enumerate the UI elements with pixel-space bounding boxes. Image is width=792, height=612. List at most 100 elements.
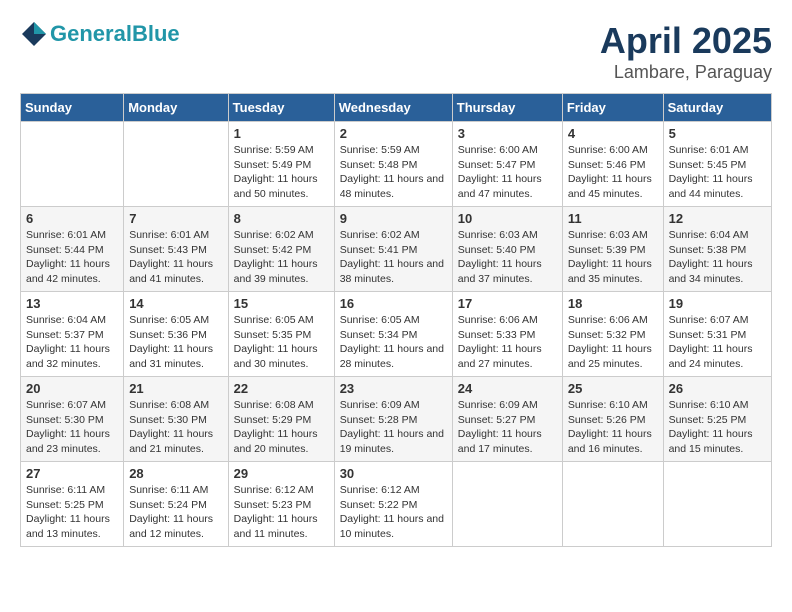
calendar-cell	[452, 462, 562, 547]
day-number: 6	[26, 211, 118, 226]
calendar-cell	[663, 462, 771, 547]
calendar-cell: 19Sunrise: 6:07 AMSunset: 5:31 PMDayligh…	[663, 292, 771, 377]
day-number: 4	[568, 126, 658, 141]
day-number: 13	[26, 296, 118, 311]
weekday-header-tuesday: Tuesday	[228, 94, 334, 122]
day-info: Sunrise: 6:08 AMSunset: 5:30 PMDaylight:…	[129, 398, 222, 457]
logo-icon	[20, 20, 48, 48]
logo-general: General	[50, 21, 132, 46]
calendar-cell: 17 Sunrise: 6:06 AMSunset: 5:33 PMDayligh…	[452, 292, 562, 377]
calendar-cell: 22Sunrise: 6:08 AMSunset: 5:29 PMDayligh…	[228, 377, 334, 462]
day-number: 27	[26, 466, 118, 481]
weekday-header-friday: Friday	[562, 94, 663, 122]
calendar-cell: 8Sunrise: 6:02 AMSunset: 5:42 PMDaylight…	[228, 207, 334, 292]
page-header: GeneralBlue April 2025 Lambare, Paraguay	[20, 20, 772, 83]
title-block: April 2025 Lambare, Paraguay	[600, 20, 772, 83]
calendar-week-2: 6 Sunrise: 6:01 AMSunset: 5:44 PMDaylight…	[21, 207, 772, 292]
calendar-cell: 20 Sunrise: 6:07 AMSunset: 5:30 PMDayligh…	[21, 377, 124, 462]
calendar-cell: 5 Sunrise: 6:01 AMSunset: 5:45 PMDaylight…	[663, 122, 771, 207]
calendar-title: April 2025	[600, 20, 772, 62]
day-number: 18	[568, 296, 658, 311]
day-number: 19	[669, 296, 766, 311]
calendar-cell: 2 Sunrise: 5:59 AMSunset: 5:48 PMDaylight…	[334, 122, 452, 207]
calendar-cell: 14 Sunrise: 6:05 AMSunset: 5:36 PMDayligh…	[124, 292, 228, 377]
day-info: Sunrise: 6:11 AMSunset: 5:25 PMDaylight:…	[26, 483, 118, 542]
calendar-cell: 25Sunrise: 6:10 AMSunset: 5:26 PMDayligh…	[562, 377, 663, 462]
day-info: Sunrise: 6:10 AMSunset: 5:25 PMDaylight:…	[669, 398, 766, 457]
day-number: 14	[129, 296, 222, 311]
calendar-cell	[562, 462, 663, 547]
day-info: Sunrise: 6:02 AMSunset: 5:42 PMDaylight:…	[234, 228, 329, 287]
calendar-cell: 26Sunrise: 6:10 AMSunset: 5:25 PMDayligh…	[663, 377, 771, 462]
calendar-cell: 29 Sunrise: 6:12 AMSunset: 5:23 PMDayligh…	[228, 462, 334, 547]
weekday-header-wednesday: Wednesday	[334, 94, 452, 122]
day-number: 30	[340, 466, 447, 481]
day-info: Sunrise: 6:08 AMSunset: 5:29 PMDaylight:…	[234, 398, 329, 457]
day-number: 28	[129, 466, 222, 481]
calendar-cell: 28 Sunrise: 6:11 AMSunset: 5:24 PMDayligh…	[124, 462, 228, 547]
day-info: Sunrise: 6:06 AMSunset: 5:32 PMDaylight:…	[568, 313, 658, 372]
day-number: 12	[669, 211, 766, 226]
day-info: Sunrise: 6:01 AMSunset: 5:44 PMDaylight:…	[26, 228, 118, 287]
day-number: 20	[26, 381, 118, 396]
calendar-cell: 16 Sunrise: 6:05 AMSunset: 5:34 PMDayligh…	[334, 292, 452, 377]
logo-blue: Blue	[132, 21, 180, 46]
day-info: Sunrise: 6:06 AMSunset: 5:33 PMDaylight:…	[458, 313, 557, 372]
day-info: Sunrise: 6:04 AMSunset: 5:38 PMDaylight:…	[669, 228, 766, 287]
day-number: 21	[129, 381, 222, 396]
day-info: Sunrise: 6:01 AMSunset: 5:45 PMDaylight:…	[669, 143, 766, 202]
day-info: Sunrise: 5:59 AMSunset: 5:49 PMDaylight:…	[234, 143, 329, 202]
day-info: Sunrise: 6:00 AMSunset: 5:46 PMDaylight:…	[568, 143, 658, 202]
calendar-cell	[21, 122, 124, 207]
day-info: Sunrise: 6:09 AMSunset: 5:27 PMDaylight:…	[458, 398, 557, 457]
calendar-cell: 10 Sunrise: 6:03 AMSunset: 5:40 PMDayligh…	[452, 207, 562, 292]
day-number: 29	[234, 466, 329, 481]
day-number: 10	[458, 211, 557, 226]
calendar-cell: 23 Sunrise: 6:09 AMSunset: 5:28 PMDayligh…	[334, 377, 452, 462]
day-number: 23	[340, 381, 447, 396]
day-info: Sunrise: 5:59 AMSunset: 5:48 PMDaylight:…	[340, 143, 447, 202]
day-info: Sunrise: 6:05 AMSunset: 5:35 PMDaylight:…	[234, 313, 329, 372]
calendar-cell: 9Sunrise: 6:02 AMSunset: 5:41 PMDaylight…	[334, 207, 452, 292]
day-number: 24	[458, 381, 557, 396]
calendar-cell: 3Sunrise: 6:00 AMSunset: 5:47 PMDaylight…	[452, 122, 562, 207]
calendar-week-5: 27 Sunrise: 6:11 AMSunset: 5:25 PMDayligh…	[21, 462, 772, 547]
calendar-table: SundayMondayTuesdayWednesdayThursdayFrid…	[20, 93, 772, 547]
calendar-cell: 6 Sunrise: 6:01 AMSunset: 5:44 PMDaylight…	[21, 207, 124, 292]
day-number: 15	[234, 296, 329, 311]
calendar-cell: 18 Sunrise: 6:06 AMSunset: 5:32 PMDayligh…	[562, 292, 663, 377]
calendar-cell: 21 Sunrise: 6:08 AMSunset: 5:30 PMDayligh…	[124, 377, 228, 462]
calendar-cell: 11 Sunrise: 6:03 AMSunset: 5:39 PMDayligh…	[562, 207, 663, 292]
calendar-subtitle: Lambare, Paraguay	[600, 62, 772, 83]
logo-text: GeneralBlue	[50, 22, 180, 46]
calendar-header: SundayMondayTuesdayWednesdayThursdayFrid…	[21, 94, 772, 122]
day-number: 17	[458, 296, 557, 311]
day-info: Sunrise: 6:12 AMSunset: 5:22 PMDaylight:…	[340, 483, 447, 542]
day-info: Sunrise: 6:03 AMSunset: 5:39 PMDaylight:…	[568, 228, 658, 287]
calendar-cell: 1 Sunrise: 5:59 AMSunset: 5:49 PMDaylight…	[228, 122, 334, 207]
day-info: Sunrise: 6:09 AMSunset: 5:28 PMDaylight:…	[340, 398, 447, 457]
calendar-cell: 13Sunrise: 6:04 AMSunset: 5:37 PMDayligh…	[21, 292, 124, 377]
day-info: Sunrise: 6:07 AMSunset: 5:30 PMDaylight:…	[26, 398, 118, 457]
day-info: Sunrise: 6:05 AMSunset: 5:36 PMDaylight:…	[129, 313, 222, 372]
day-info: Sunrise: 6:05 AMSunset: 5:34 PMDaylight:…	[340, 313, 447, 372]
calendar-week-1: 1 Sunrise: 5:59 AMSunset: 5:49 PMDaylight…	[21, 122, 772, 207]
weekday-header-saturday: Saturday	[663, 94, 771, 122]
day-info: Sunrise: 6:03 AMSunset: 5:40 PMDaylight:…	[458, 228, 557, 287]
weekday-row: SundayMondayTuesdayWednesdayThursdayFrid…	[21, 94, 772, 122]
day-info: Sunrise: 6:11 AMSunset: 5:24 PMDaylight:…	[129, 483, 222, 542]
day-number: 5	[669, 126, 766, 141]
calendar-cell: 7Sunrise: 6:01 AMSunset: 5:43 PMDaylight…	[124, 207, 228, 292]
day-number: 3	[458, 126, 557, 141]
day-info: Sunrise: 6:12 AMSunset: 5:23 PMDaylight:…	[234, 483, 329, 542]
calendar-cell	[124, 122, 228, 207]
calendar-cell: 15 Sunrise: 6:05 AMSunset: 5:35 PMDayligh…	[228, 292, 334, 377]
day-number: 16	[340, 296, 447, 311]
day-info: Sunrise: 6:10 AMSunset: 5:26 PMDaylight:…	[568, 398, 658, 457]
day-number: 2	[340, 126, 447, 141]
logo: GeneralBlue	[20, 20, 180, 48]
day-number: 11	[568, 211, 658, 226]
calendar-week-3: 13Sunrise: 6:04 AMSunset: 5:37 PMDayligh…	[21, 292, 772, 377]
day-number: 1	[234, 126, 329, 141]
day-number: 7	[129, 211, 222, 226]
